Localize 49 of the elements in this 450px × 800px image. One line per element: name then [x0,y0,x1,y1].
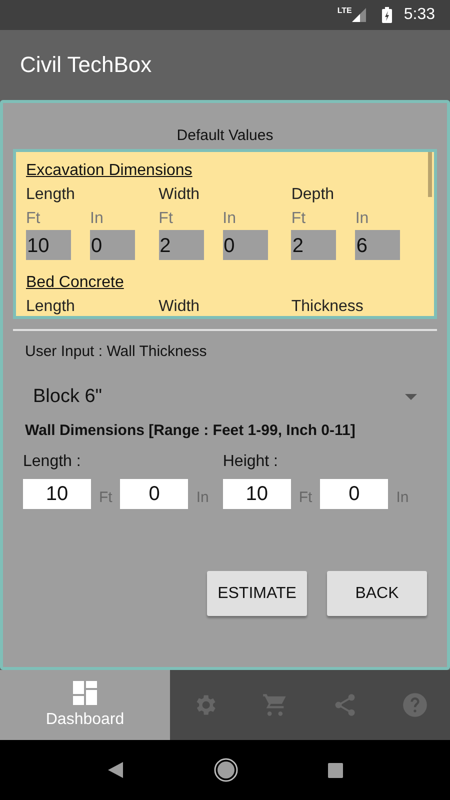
dimension-label: Width [158,298,200,316]
unit-label: In [355,210,369,228]
scrollbar-thumb [428,152,432,197]
help-icon [402,692,428,718]
unit-label: In [90,210,104,228]
dimension-label: Width [158,186,200,204]
home-icon[interactable] [214,758,238,782]
dropdown-arrow-icon [405,394,417,400]
section-heading: Bed Concrete [26,274,124,291]
dimension-label: Depth [291,186,334,204]
back-icon[interactable] [108,762,124,778]
unit-label: In [196,488,209,506]
input-field[interactable]: 0 [222,230,268,260]
back-button[interactable]: BACK [327,571,427,616]
network-label: LTE [337,6,352,15]
input-field[interactable]: 2 [158,230,204,260]
unit-label: Ft [158,210,173,228]
input-field[interactable]: 0 [120,479,188,509]
estimate-button[interactable]: ESTIMATE [207,571,307,616]
dimension-label: Height : [222,453,278,471]
wall-thickness-dropdown[interactable]: Block 6" [33,382,417,412]
section-heading: Excavation Dimensions [26,162,192,179]
input-field[interactable]: 0 [90,230,135,260]
cart-icon [262,692,288,718]
field-label: User Input : Wall Thickness [25,343,208,360]
unit-label: In [396,488,409,506]
dimension-label: Length [26,298,75,316]
dimension-label: Length [26,186,75,204]
unit-label: Ft [26,210,40,228]
clock-time: 5:33 [404,6,435,24]
input-field[interactable]: 10 [26,230,71,260]
field-label: Wall Dimensions [Range : Feet 1-99, Inch 0-11] [25,422,356,439]
signal-icon [352,8,366,22]
dimension-label: Thickness [291,298,364,316]
input-field[interactable]: 6 [355,230,400,260]
section-title: Default Values [176,127,274,144]
input-field[interactable]: 10 [222,479,291,509]
input-field[interactable]: 2 [291,230,336,260]
input-field[interactable]: 10 [23,479,91,509]
unit-label: In [222,210,236,228]
dashboard-icon [73,681,97,705]
app-title: Civil TechBox [20,52,152,78]
input-field[interactable]: 0 [320,479,388,509]
unit-label: Ft [99,488,112,506]
battery-charging-icon [382,7,392,23]
unit-label: Ft [291,210,306,228]
unit-label: Ft [298,488,312,506]
recents-icon[interactable] [328,762,342,778]
dimension-label: Length : [23,453,81,471]
